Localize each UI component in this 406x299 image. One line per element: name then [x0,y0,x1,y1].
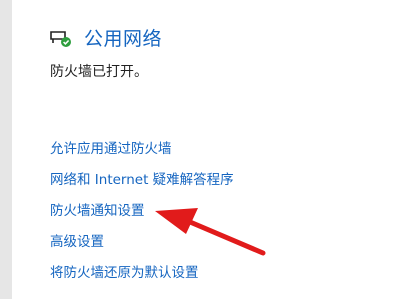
network-header: 公用网络 [50,24,162,54]
network-shield-icon [50,29,72,49]
firewall-status-text: 防火墙已打开。 [50,64,148,80]
link-notification-settings[interactable]: 防火墙通知设置 [50,201,234,232]
link-restore-defaults[interactable]: 将防火墙还原为默认设置 [50,263,234,294]
firewall-links-list: 允许应用通过防火墙 网络和 Internet 疑难解答程序 防火墙通知设置 高级… [50,139,234,294]
link-network-troubleshooter[interactable]: 网络和 Internet 疑难解答程序 [50,170,234,201]
link-advanced-settings[interactable]: 高级设置 [50,232,234,263]
left-sidebar-strip [0,0,12,299]
network-title: 公用网络 [84,28,163,50]
link-allow-app[interactable]: 允许应用通过防火墙 [50,139,234,170]
